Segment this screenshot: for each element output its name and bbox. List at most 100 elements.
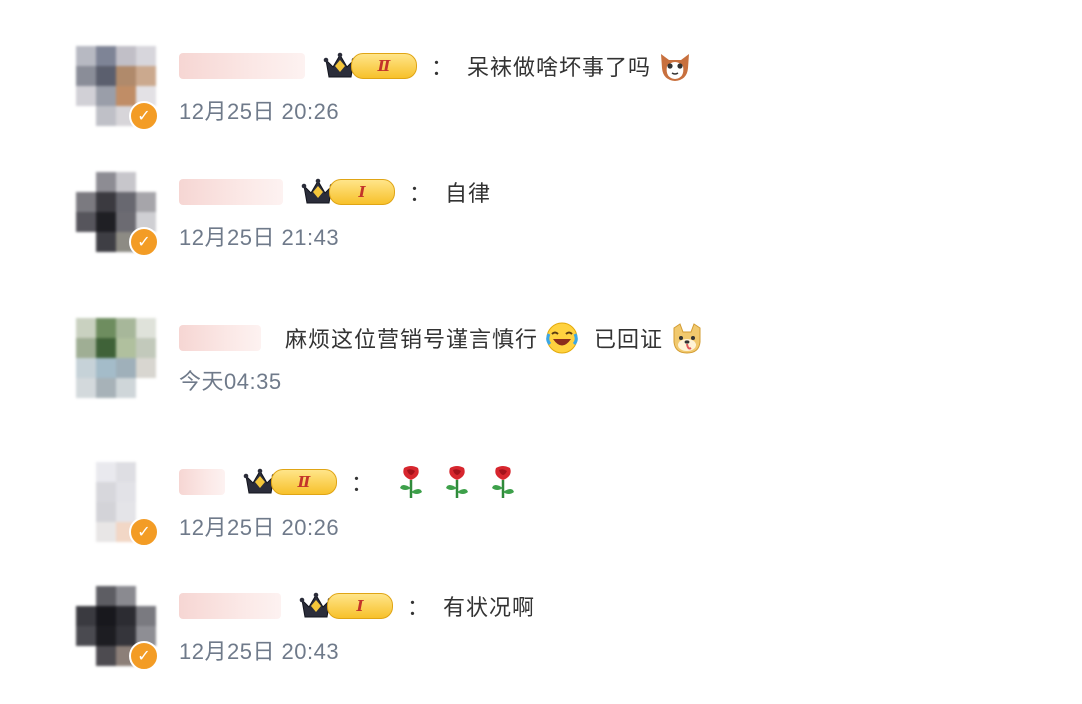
vip-level-badge[interactable]: Ⅰ	[301, 177, 395, 207]
avatar-pixel	[96, 646, 116, 666]
comment-time: 12月25日 21:43	[179, 225, 340, 250]
username[interactable]	[179, 53, 305, 79]
avatar-pixel	[136, 192, 156, 212]
rose-emoji-icon	[400, 466, 423, 498]
avatar-pixel	[96, 232, 116, 252]
avatar-pixel	[96, 606, 116, 626]
avatar-pixel	[136, 172, 156, 192]
avatar-pixel	[96, 502, 116, 522]
avatar-pixel	[116, 86, 136, 106]
avatar-pixel	[136, 482, 156, 502]
avatar-pixel	[116, 502, 136, 522]
username[interactable]	[179, 469, 225, 495]
doge-emoji-icon	[673, 323, 701, 354]
comment-time: 12月25日 20:26	[179, 515, 340, 540]
avatar-pixel	[76, 586, 96, 606]
avatar-pixel	[76, 86, 96, 106]
comment-text: 麻烦这位营销号谨言慎行	[285, 328, 539, 353]
avatar-pixel	[116, 462, 136, 482]
avatar-pixel	[96, 172, 116, 192]
verified-badge-icon: ✓	[129, 227, 159, 257]
laugh-cry-emoji-icon	[546, 322, 578, 354]
avatar-pixel	[76, 46, 96, 66]
comment-text: 有状况啊	[443, 596, 536, 621]
avatar-pixel	[76, 318, 96, 338]
avatar-pixel	[136, 606, 156, 626]
avatar[interactable]	[76, 318, 156, 398]
comment-time: 12月25日 20:43	[179, 639, 340, 664]
avatar-pixel	[96, 66, 116, 86]
separator: ：	[351, 472, 374, 497]
avatar-pixel	[96, 46, 116, 66]
avatar-pixel	[96, 338, 116, 358]
avatar-pixel	[76, 212, 96, 232]
avatar-pixel	[96, 358, 116, 378]
avatar-pixel	[136, 318, 156, 338]
avatar-pixel	[136, 66, 156, 86]
avatar-pixel	[76, 646, 96, 666]
username[interactable]	[179, 325, 261, 351]
separator: ：	[409, 182, 432, 207]
avatar-pixel	[136, 46, 156, 66]
avatar-pixel	[116, 318, 136, 338]
avatar-pixel	[76, 338, 96, 358]
comment-item: ✓ Ⅰ ： 有状况啊 12月25日 20:43	[76, 586, 1036, 678]
comment-text-2: 已回证	[594, 328, 664, 353]
verified-badge-icon: ✓	[129, 641, 159, 671]
avatar-pixel	[96, 626, 116, 646]
avatar-pixel	[116, 172, 136, 192]
avatar-pixel	[96, 192, 116, 212]
vip-level: Ⅰ	[329, 179, 395, 205]
comment-item: ✓ Ⅱ ： 呆袜做啥坏事了吗 12月25日 20:26	[76, 46, 1036, 138]
username[interactable]	[179, 593, 281, 619]
avatar-pixel	[136, 462, 156, 482]
avatar-pixel	[76, 378, 96, 398]
comment-time: 今天04:35	[179, 369, 282, 394]
rose-emoji-icon	[446, 466, 469, 498]
avatar-pixel	[96, 212, 116, 232]
avatar-pixel	[76, 106, 96, 126]
avatar-pixel	[116, 482, 136, 502]
comment-text: 自律	[445, 182, 492, 207]
avatar-pixel	[76, 66, 96, 86]
comment-item: ✓ Ⅱ ： 12月25日 20:26	[76, 462, 1036, 554]
verified-badge-icon: ✓	[129, 517, 159, 547]
avatar-pixel	[76, 192, 96, 212]
avatar-pixel	[116, 66, 136, 86]
separator: ：	[407, 596, 430, 621]
avatar-pixel	[116, 378, 136, 398]
avatar-pixel	[76, 462, 96, 482]
avatar-pixel	[116, 192, 136, 212]
comment-item: 麻烦这位营销号谨言慎行 已回证 今天04:35	[76, 318, 1036, 410]
verified-badge-icon: ✓	[129, 101, 159, 131]
avatar-pixel	[116, 46, 136, 66]
vip-level: Ⅱ	[271, 469, 337, 495]
comment-item: ✓ Ⅰ ： 自律 12月25日 21:43	[76, 172, 1036, 264]
avatar-pixel	[96, 522, 116, 542]
avatar-pixel	[136, 586, 156, 606]
avatar-pixel	[76, 522, 96, 542]
cat-face-emoji-icon	[661, 54, 690, 81]
comment-text: 呆袜做啥坏事了吗	[467, 56, 652, 81]
vip-level-badge[interactable]: Ⅱ	[323, 51, 417, 81]
avatar-pixel	[76, 482, 96, 502]
avatar-pixel	[116, 586, 136, 606]
rose-emoji-icon	[492, 466, 515, 498]
avatar-pixel	[136, 358, 156, 378]
avatar-pixel	[96, 106, 116, 126]
avatar-pixel	[116, 212, 136, 232]
vip-level-badge[interactable]: Ⅱ	[243, 467, 337, 497]
vip-level-badge[interactable]: Ⅰ	[299, 591, 393, 621]
username[interactable]	[179, 179, 283, 205]
vip-level: Ⅰ	[327, 593, 393, 619]
avatar-pixel	[76, 172, 96, 192]
avatar-pixel	[76, 606, 96, 626]
avatar-pixel	[96, 378, 116, 398]
avatar-pixel	[96, 586, 116, 606]
comment-list: ✓ Ⅱ ： 呆袜做啥坏事了吗 12月25日 20:26 ✓ Ⅰ ： 自律 12月…	[0, 0, 1082, 704]
avatar-pixel	[116, 358, 136, 378]
separator: ：	[431, 56, 454, 81]
avatar-pixel	[96, 482, 116, 502]
avatar-pixel	[136, 378, 156, 398]
vip-level: Ⅱ	[351, 53, 417, 79]
